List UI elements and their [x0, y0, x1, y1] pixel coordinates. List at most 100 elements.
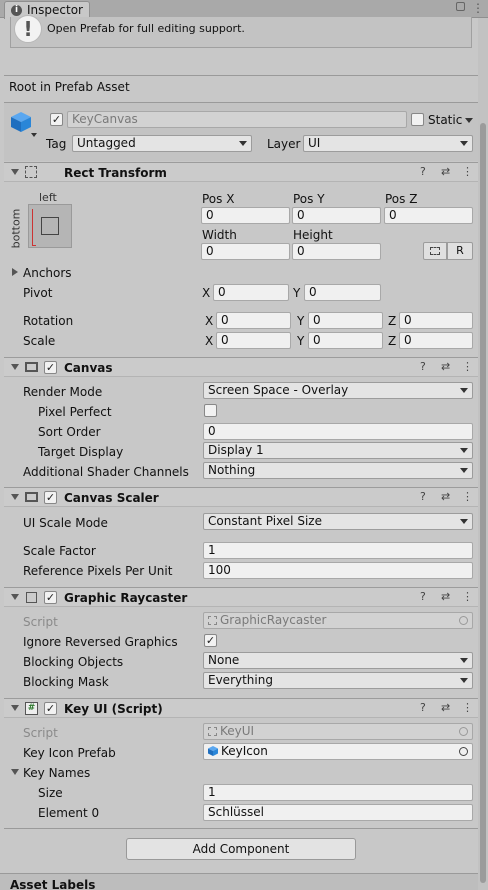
gameobject-name-field[interactable]: KeyCanvas [67, 111, 407, 128]
posz-field[interactable]: 0 [384, 207, 473, 224]
anchors-label[interactable]: Anchors [23, 266, 72, 280]
width-field[interactable]: 0 [201, 243, 290, 260]
presets-icon[interactable]: ⇄ [441, 490, 450, 503]
help-icon[interactable]: ? [420, 490, 426, 503]
height-label: Height [293, 228, 333, 242]
asset-labels-title: Asset Labels [10, 878, 96, 890]
help-icon[interactable]: ? [420, 360, 426, 373]
static-dropdown-caret[interactable] [465, 118, 473, 123]
scale-x-field[interactable]: 0 [216, 332, 291, 349]
gameobject-active-checkbox[interactable]: ✓ [50, 113, 63, 126]
tag-value: Untagged [77, 136, 136, 150]
anchors-foldout-arrow-icon[interactable] [12, 268, 18, 276]
key-ui-enabled-checkbox[interactable]: ✓ [44, 702, 57, 715]
object-picker-icon[interactable] [459, 747, 468, 756]
key-ui-script-field: KeyUI [203, 723, 473, 740]
rot-x-field[interactable]: 0 [216, 312, 291, 329]
canvas-scaler-enabled-checkbox[interactable]: ✓ [44, 491, 57, 504]
width-label: Width [202, 228, 237, 242]
key-names-size-field[interactable]: 1 [203, 784, 473, 801]
blocking-objects-dropdown[interactable]: None [203, 652, 473, 669]
presets-icon[interactable]: ⇄ [441, 590, 450, 603]
render-mode-dropdown[interactable]: Screen Space - Overlay [203, 382, 473, 399]
tag-label: Tag [46, 137, 67, 151]
presets-icon[interactable]: ⇄ [441, 360, 450, 373]
lock-icon[interactable] [456, 2, 465, 11]
pixel-perfect-checkbox[interactable] [204, 404, 217, 417]
help-icon[interactable]: ? [420, 165, 426, 178]
scale-y-field[interactable]: 0 [308, 332, 383, 349]
component-menu-icon[interactable]: ⋮ [462, 490, 473, 503]
layer-dropdown[interactable]: UI [303, 135, 473, 152]
rect-transform-header[interactable]: Rect Transform ? ⇄ ⋮ [4, 162, 478, 182]
add-component-label: Add Component [192, 842, 290, 856]
blocking-objects-value: None [208, 653, 240, 667]
rot-y-field[interactable]: 0 [308, 312, 383, 329]
graphic-raycaster-enabled-checkbox[interactable]: ✓ [44, 591, 57, 604]
graphic-raycaster-title: Graphic Raycaster [64, 591, 188, 605]
rot-z-field[interactable]: 0 [399, 312, 473, 329]
canvas-enabled-checkbox[interactable]: ✓ [44, 361, 57, 374]
component-menu-icon[interactable]: ⋮ [462, 165, 473, 178]
scale-factor-field[interactable]: 1 [203, 542, 473, 559]
icon-dropdown-caret[interactable] [31, 133, 37, 137]
blocking-mask-dropdown[interactable]: Everything [203, 672, 473, 689]
canvas-header[interactable]: ✓ Canvas ? ⇄ ⋮ [4, 357, 478, 377]
graphic-raycaster-header[interactable]: ✓ Graphic Raycaster ? ⇄ ⋮ [4, 587, 478, 607]
foldout-arrow-icon[interactable] [11, 705, 19, 711]
warning-icon: ! [14, 15, 42, 43]
notice-text: Open Prefab for full editing support. [47, 22, 245, 35]
foldout-arrow-icon[interactable] [11, 169, 19, 175]
sort-order-field[interactable]: 0 [203, 423, 473, 440]
ui-scale-mode-dropdown[interactable]: Constant Pixel Size [203, 513, 473, 530]
blueprint-mode-button[interactable] [423, 242, 447, 260]
key-names-label[interactable]: Key Names [23, 766, 90, 780]
height-field[interactable]: 0 [292, 243, 381, 260]
posy-field[interactable]: 0 [292, 207, 381, 224]
scale-label: Scale [23, 334, 56, 348]
ignore-reversed-checkbox[interactable]: ✓ [204, 634, 217, 647]
scale-z-field[interactable]: 0 [399, 332, 473, 349]
foldout-arrow-icon[interactable] [11, 494, 19, 500]
foldout-arrow-icon[interactable] [11, 364, 19, 370]
posx-field[interactable]: 0 [201, 207, 290, 224]
static-label: Static [428, 113, 463, 127]
ui-scale-mode-label: UI Scale Mode [23, 516, 108, 530]
prefab-notice-box: ! Open Prefab for full editing support. [10, 15, 472, 48]
tab-menu-icon[interactable]: ⋮ [472, 1, 484, 15]
key-icon-prefab-field[interactable]: KeyIcon [203, 743, 473, 760]
scrollbar-thumb[interactable] [480, 123, 486, 883]
vertical-scrollbar[interactable] [478, 18, 488, 890]
component-menu-icon[interactable]: ⋮ [462, 590, 473, 603]
anchor-presets-button[interactable] [28, 204, 72, 248]
chevron-down-icon [460, 141, 468, 146]
key-ui-header[interactable]: # ✓ Key UI (Script) ? ⇄ ⋮ [4, 698, 478, 718]
component-menu-icon[interactable]: ⋮ [462, 701, 473, 714]
component-menu-icon[interactable]: ⋮ [462, 360, 473, 373]
target-display-dropdown[interactable]: Display 1 [203, 442, 473, 459]
blocking-objects-label: Blocking Objects [23, 655, 124, 669]
tag-dropdown[interactable]: Untagged [72, 135, 252, 152]
shader-channels-value: Nothing [208, 463, 256, 477]
pivot-y-field[interactable]: 0 [304, 284, 381, 301]
help-icon[interactable]: ? [420, 590, 426, 603]
rot-x-label: X [205, 314, 214, 328]
target-display-label: Target Display [38, 445, 124, 459]
presets-icon[interactable]: ⇄ [441, 165, 450, 178]
help-icon[interactable]: ? [420, 701, 426, 714]
pivot-y-label: Y [293, 286, 301, 300]
key-names-foldout-arrow-icon[interactable] [11, 769, 19, 775]
raw-edit-button[interactable]: R [447, 242, 473, 260]
add-component-button[interactable]: Add Component [126, 838, 356, 860]
ref-pixels-field[interactable]: 100 [203, 562, 473, 579]
foldout-arrow-icon[interactable] [11, 594, 19, 600]
script-icon [208, 727, 217, 736]
static-checkbox[interactable] [411, 113, 424, 126]
canvas-scaler-header[interactable]: ✓ Canvas Scaler ? ⇄ ⋮ [4, 487, 478, 507]
presets-icon[interactable]: ⇄ [441, 701, 450, 714]
shader-channels-dropdown[interactable]: Nothing [203, 462, 473, 479]
pivot-x-field[interactable]: 0 [213, 284, 289, 301]
element0-field[interactable]: Schlüssel [203, 804, 473, 821]
scale-y-label: Y [297, 334, 305, 348]
asset-labels-bar[interactable]: Asset Labels [0, 873, 478, 890]
